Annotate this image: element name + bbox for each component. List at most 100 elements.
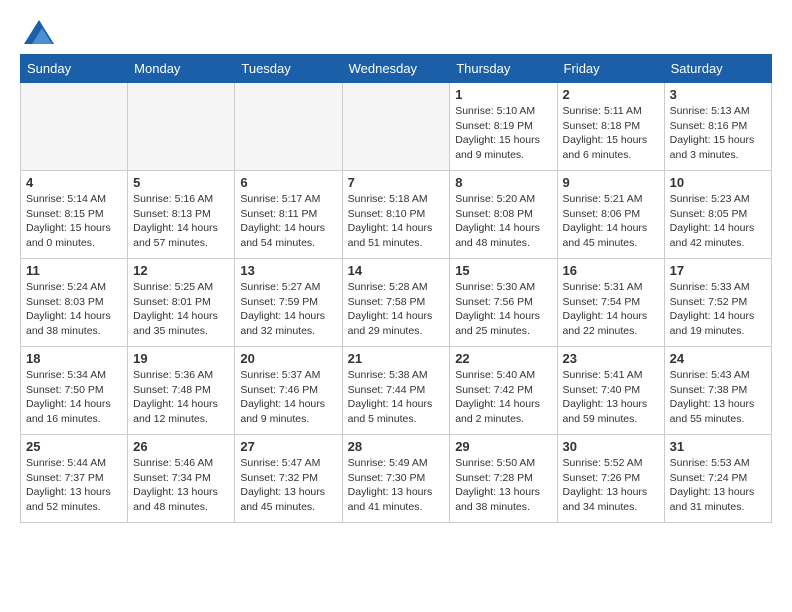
calendar-cell: 10 Sunrise: 5:23 AM Sunset: 8:05 PM Dayli… (664, 171, 771, 259)
day-info: Sunrise: 5:14 AM Sunset: 8:15 PM Dayligh… (26, 192, 122, 251)
day-info: Sunrise: 5:37 AM Sunset: 7:46 PM Dayligh… (240, 368, 336, 427)
day-number: 3 (670, 87, 766, 102)
logo (20, 20, 54, 44)
day-info: Sunrise: 5:47 AM Sunset: 7:32 PM Dayligh… (240, 456, 336, 515)
calendar-table: SundayMondayTuesdayWednesdayThursdayFrid… (20, 54, 772, 523)
calendar-cell: 31 Sunrise: 5:53 AM Sunset: 7:24 PM Dayli… (664, 435, 771, 523)
day-info: Sunrise: 5:13 AM Sunset: 8:16 PM Dayligh… (670, 104, 766, 163)
day-info: Sunrise: 5:34 AM Sunset: 7:50 PM Dayligh… (26, 368, 122, 427)
day-number: 21 (348, 351, 445, 366)
week-row-3: 11 Sunrise: 5:24 AM Sunset: 8:03 PM Dayli… (21, 259, 772, 347)
logo-icon (24, 20, 54, 44)
calendar-cell: 17 Sunrise: 5:33 AM Sunset: 7:52 PM Dayli… (664, 259, 771, 347)
day-info: Sunrise: 5:20 AM Sunset: 8:08 PM Dayligh… (455, 192, 551, 251)
day-info: Sunrise: 5:38 AM Sunset: 7:44 PM Dayligh… (348, 368, 445, 427)
calendar-cell: 19 Sunrise: 5:36 AM Sunset: 7:48 PM Dayli… (128, 347, 235, 435)
calendar-cell: 4 Sunrise: 5:14 AM Sunset: 8:15 PM Daylig… (21, 171, 128, 259)
calendar-cell: 9Sunrise: 5:21 AM Sunset: 8:06 PM Daylig… (557, 171, 664, 259)
day-number: 1 (455, 87, 551, 102)
day-number: 7 (348, 175, 445, 190)
calendar-cell: 25 Sunrise: 5:44 AM Sunset: 7:37 PM Dayli… (21, 435, 128, 523)
day-number: 9 (563, 175, 659, 190)
calendar-cell (235, 83, 342, 171)
day-number: 22 (455, 351, 551, 366)
calendar-cell: 8Sunrise: 5:20 AM Sunset: 8:08 PM Daylig… (450, 171, 557, 259)
calendar-cell: 23Sunrise: 5:41 AM Sunset: 7:40 PM Dayli… (557, 347, 664, 435)
day-number: 10 (670, 175, 766, 190)
day-info: Sunrise: 5:31 AM Sunset: 7:54 PM Dayligh… (563, 280, 659, 339)
day-info: Sunrise: 5:46 AM Sunset: 7:34 PM Dayligh… (133, 456, 229, 515)
day-number: 26 (133, 439, 229, 454)
day-number: 4 (26, 175, 122, 190)
calendar-cell: 6 Sunrise: 5:17 AM Sunset: 8:11 PM Daylig… (235, 171, 342, 259)
day-info: Sunrise: 5:17 AM Sunset: 8:11 PM Dayligh… (240, 192, 336, 251)
day-info: Sunrise: 5:16 AM Sunset: 8:13 PM Dayligh… (133, 192, 229, 251)
day-number: 11 (26, 263, 122, 278)
day-info: Sunrise: 5:49 AM Sunset: 7:30 PM Dayligh… (348, 456, 445, 515)
calendar-cell: 1 Sunrise: 5:10 AM Sunset: 8:19 PM Daylig… (450, 83, 557, 171)
calendar-cell: 15 Sunrise: 5:30 AM Sunset: 7:56 PM Dayli… (450, 259, 557, 347)
day-info: Sunrise: 5:40 AM Sunset: 7:42 PM Dayligh… (455, 368, 551, 427)
day-number: 15 (455, 263, 551, 278)
day-info: Sunrise: 5:28 AM Sunset: 7:58 PM Dayligh… (348, 280, 445, 339)
day-info: Sunrise: 5:36 AM Sunset: 7:48 PM Dayligh… (133, 368, 229, 427)
calendar-cell: 22 Sunrise: 5:40 AM Sunset: 7:42 PM Dayli… (450, 347, 557, 435)
weekday-header-tuesday: Tuesday (235, 55, 342, 83)
calendar-cell: 12Sunrise: 5:25 AM Sunset: 8:01 PM Dayli… (128, 259, 235, 347)
weekday-header-friday: Friday (557, 55, 664, 83)
day-number: 28 (348, 439, 445, 454)
day-info: Sunrise: 5:52 AM Sunset: 7:26 PM Dayligh… (563, 456, 659, 515)
calendar-cell (128, 83, 235, 171)
day-number: 17 (670, 263, 766, 278)
day-number: 13 (240, 263, 336, 278)
day-number: 25 (26, 439, 122, 454)
day-number: 6 (240, 175, 336, 190)
day-info: Sunrise: 5:24 AM Sunset: 8:03 PM Dayligh… (26, 280, 122, 339)
day-info: Sunrise: 5:43 AM Sunset: 7:38 PM Dayligh… (670, 368, 766, 427)
weekday-header-thursday: Thursday (450, 55, 557, 83)
day-info: Sunrise: 5:10 AM Sunset: 8:19 PM Dayligh… (455, 104, 551, 163)
calendar-cell: 29 Sunrise: 5:50 AM Sunset: 7:28 PM Dayli… (450, 435, 557, 523)
header (20, 20, 772, 44)
calendar-cell: 3 Sunrise: 5:13 AM Sunset: 8:16 PM Daylig… (664, 83, 771, 171)
day-number: 19 (133, 351, 229, 366)
week-row-1: 1 Sunrise: 5:10 AM Sunset: 8:19 PM Daylig… (21, 83, 772, 171)
week-row-5: 25 Sunrise: 5:44 AM Sunset: 7:37 PM Dayli… (21, 435, 772, 523)
calendar-cell (342, 83, 450, 171)
day-number: 18 (26, 351, 122, 366)
weekday-header-saturday: Saturday (664, 55, 771, 83)
day-number: 20 (240, 351, 336, 366)
day-number: 24 (670, 351, 766, 366)
day-number: 14 (348, 263, 445, 278)
day-info: Sunrise: 5:41 AM Sunset: 7:40 PM Dayligh… (563, 368, 659, 427)
calendar-cell: 16Sunrise: 5:31 AM Sunset: 7:54 PM Dayli… (557, 259, 664, 347)
day-info: Sunrise: 5:53 AM Sunset: 7:24 PM Dayligh… (670, 456, 766, 515)
day-info: Sunrise: 5:27 AM Sunset: 7:59 PM Dayligh… (240, 280, 336, 339)
weekday-header-sunday: Sunday (21, 55, 128, 83)
day-info: Sunrise: 5:33 AM Sunset: 7:52 PM Dayligh… (670, 280, 766, 339)
calendar-cell: 11 Sunrise: 5:24 AM Sunset: 8:03 PM Dayli… (21, 259, 128, 347)
day-info: Sunrise: 5:30 AM Sunset: 7:56 PM Dayligh… (455, 280, 551, 339)
day-number: 5 (133, 175, 229, 190)
day-info: Sunrise: 5:23 AM Sunset: 8:05 PM Dayligh… (670, 192, 766, 251)
calendar-cell: 5 Sunrise: 5:16 AM Sunset: 8:13 PM Daylig… (128, 171, 235, 259)
day-number: 29 (455, 439, 551, 454)
day-number: 30 (563, 439, 659, 454)
week-row-4: 18 Sunrise: 5:34 AM Sunset: 7:50 PM Dayli… (21, 347, 772, 435)
day-info: Sunrise: 5:25 AM Sunset: 8:01 PM Dayligh… (133, 280, 229, 339)
day-info: Sunrise: 5:18 AM Sunset: 8:10 PM Dayligh… (348, 192, 445, 251)
calendar-cell: 28 Sunrise: 5:49 AM Sunset: 7:30 PM Dayli… (342, 435, 450, 523)
calendar-cell: 13 Sunrise: 5:27 AM Sunset: 7:59 PM Dayli… (235, 259, 342, 347)
day-number: 31 (670, 439, 766, 454)
day-info: Sunrise: 5:11 AM Sunset: 8:18 PM Dayligh… (563, 104, 659, 163)
day-info: Sunrise: 5:44 AM Sunset: 7:37 PM Dayligh… (26, 456, 122, 515)
calendar-cell: 26 Sunrise: 5:46 AM Sunset: 7:34 PM Dayli… (128, 435, 235, 523)
calendar-cell: 24 Sunrise: 5:43 AM Sunset: 7:38 PM Dayli… (664, 347, 771, 435)
calendar-cell: 21 Sunrise: 5:38 AM Sunset: 7:44 PM Dayli… (342, 347, 450, 435)
calendar-cell: 7 Sunrise: 5:18 AM Sunset: 8:10 PM Daylig… (342, 171, 450, 259)
weekday-header-row: SundayMondayTuesdayWednesdayThursdayFrid… (21, 55, 772, 83)
day-info: Sunrise: 5:50 AM Sunset: 7:28 PM Dayligh… (455, 456, 551, 515)
calendar-cell: 27Sunrise: 5:47 AM Sunset: 7:32 PM Dayli… (235, 435, 342, 523)
calendar-cell: 18 Sunrise: 5:34 AM Sunset: 7:50 PM Dayli… (21, 347, 128, 435)
calendar-cell (21, 83, 128, 171)
